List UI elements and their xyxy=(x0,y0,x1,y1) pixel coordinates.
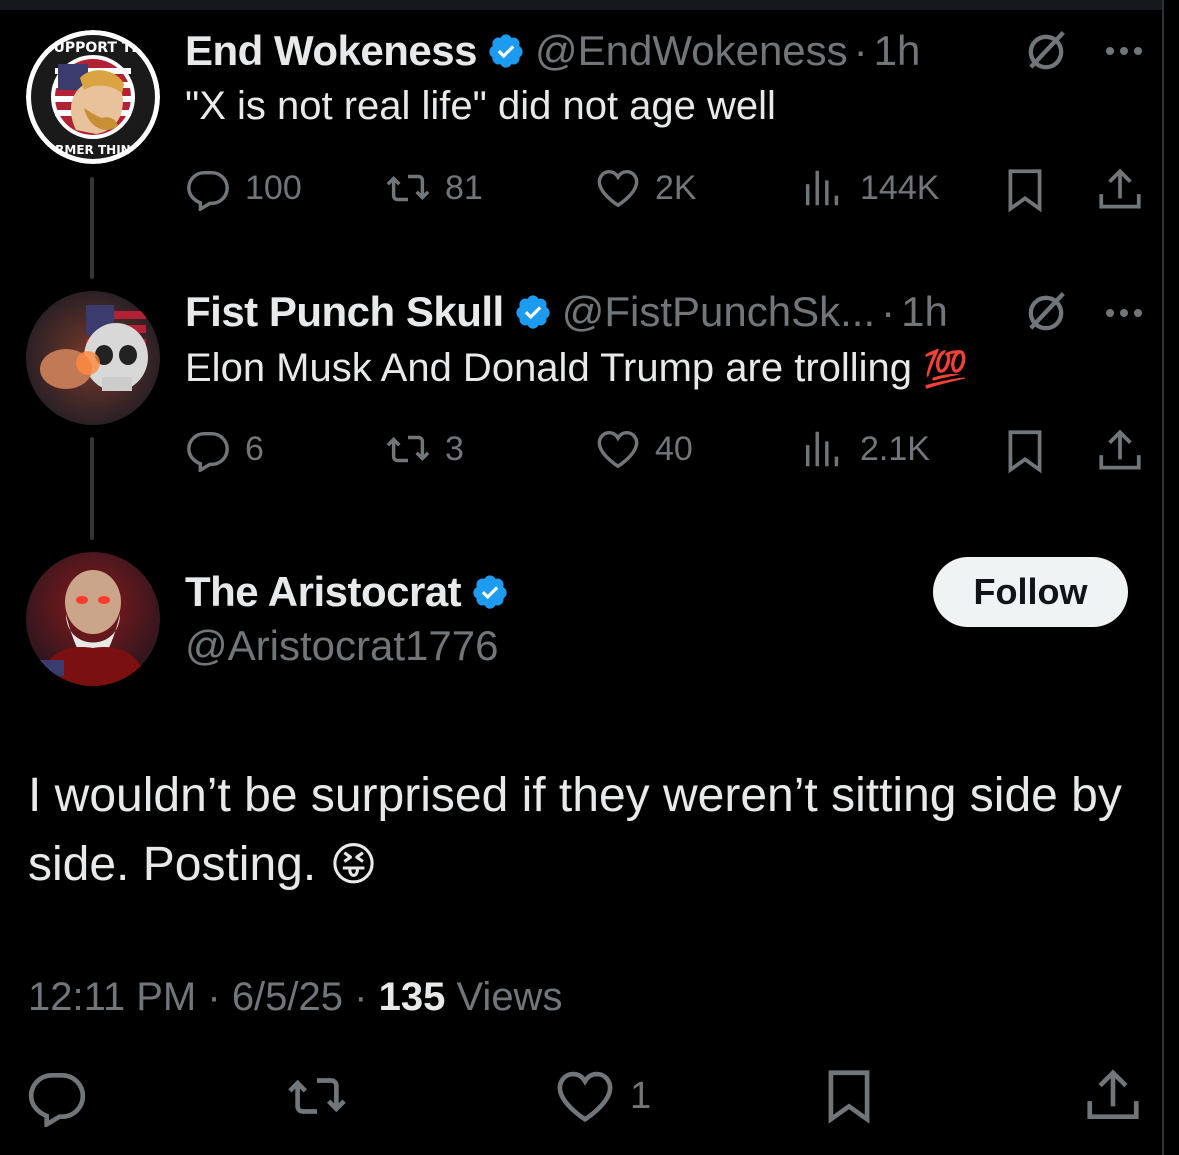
avatar-fist-punch-skull[interactable] xyxy=(26,291,160,425)
main-post-actions: 1 xyxy=(0,1065,1162,1145)
bookmark-icon[interactable] xyxy=(1000,426,1050,476)
repost-button[interactable]: 81 xyxy=(385,165,483,211)
avatar-end-wokeness[interactable]: I SUPPORT THE FORMER THINGS xyxy=(26,30,160,164)
post-meta: 12:11 PM · 6/5/25 · 135 Views xyxy=(28,975,563,1019)
post-time[interactable]: 12:11 PM xyxy=(28,975,196,1019)
author-name-row: The Aristocrat xyxy=(185,567,519,617)
avatar-the-aristocrat[interactable] xyxy=(26,552,160,686)
hundred-points-emoji: 💯 xyxy=(923,348,968,389)
share-icon[interactable] xyxy=(1095,165,1145,215)
reply-icon xyxy=(187,170,229,211)
post-text-body: I wouldn’t be surprised if they weren’t … xyxy=(28,769,1122,891)
like-count: 2K xyxy=(655,168,697,207)
verified-badge-icon xyxy=(516,295,550,329)
post-header: End Wokeness @EndWokeness · 1h xyxy=(185,26,920,76)
like-icon xyxy=(597,430,639,469)
post-text: Elon Musk And Donald Trump are trolling … xyxy=(185,346,968,398)
more-icon[interactable] xyxy=(1106,309,1142,317)
like-button[interactable]: 1 xyxy=(554,1065,651,1127)
post-header: Fist Punch Skull @FistPunchSk... · 1h xyxy=(185,287,948,337)
post-actions: 100 81 2K 144K xyxy=(185,165,1145,215)
reply-button[interactable]: 100 xyxy=(185,165,302,211)
follow-button[interactable]: Follow xyxy=(933,557,1128,627)
post-time[interactable]: 1h xyxy=(874,27,921,75)
views-count: 2.1K xyxy=(860,429,930,468)
repost-button[interactable] xyxy=(286,1065,348,1127)
grok-icon[interactable] xyxy=(1020,287,1072,339)
display-name[interactable]: End Wokeness xyxy=(185,27,477,75)
grok-icon[interactable] xyxy=(1020,26,1072,78)
reply-button[interactable]: 6 xyxy=(185,426,264,472)
separator: · xyxy=(853,27,868,74)
svg-text:FORMER THINGS: FORMER THINGS xyxy=(37,143,149,157)
like-count: 40 xyxy=(655,429,693,468)
like-icon xyxy=(597,169,639,208)
user-handle[interactable]: @Aristocrat1776 xyxy=(185,622,498,672)
repost-button[interactable]: 3 xyxy=(385,426,464,472)
views-icon xyxy=(805,170,839,206)
like-count: 1 xyxy=(630,1074,652,1117)
separator: · xyxy=(881,288,896,335)
views-label: Views xyxy=(456,975,563,1019)
bookmark-icon xyxy=(828,1070,870,1124)
share-icon xyxy=(1087,1069,1139,1119)
thread-connector xyxy=(90,177,94,279)
user-handle[interactable]: @EndWokeness xyxy=(535,27,848,75)
views-button[interactable]: 2.1K xyxy=(800,426,930,472)
like-button[interactable]: 40 xyxy=(595,426,693,472)
bookmark-button[interactable] xyxy=(818,1065,880,1127)
squinting-tongue-emoji: 😝 xyxy=(329,838,378,890)
thread-connector xyxy=(90,437,94,540)
svg-text:I SUPPORT THE: I SUPPORT THE xyxy=(33,40,152,56)
verified-badge-icon xyxy=(489,34,523,68)
more-icon[interactable] xyxy=(1106,47,1142,55)
bookmark-icon[interactable] xyxy=(1000,165,1050,215)
share-icon[interactable] xyxy=(1095,426,1145,476)
reply-icon xyxy=(187,431,229,472)
views-count: 135 xyxy=(378,975,446,1019)
post-text: I wouldn’t be surprised if they weren’t … xyxy=(28,762,1158,899)
repost-count: 3 xyxy=(445,429,464,468)
repost-icon xyxy=(288,1078,346,1114)
post-time[interactable]: 1h xyxy=(901,288,948,336)
verified-badge-icon xyxy=(473,575,507,609)
display-name[interactable]: Fist Punch Skull xyxy=(185,288,504,336)
like-icon xyxy=(557,1071,613,1122)
post-date[interactable]: 6/5/25 xyxy=(232,975,343,1019)
repost-icon xyxy=(386,435,430,463)
top-divider xyxy=(0,0,1162,10)
post-text: "X is not real life" did not age well xyxy=(185,84,776,128)
views-count: 144K xyxy=(860,168,940,207)
reply-button[interactable] xyxy=(26,1065,88,1127)
post-text-body: Elon Musk And Donald Trump are trolling xyxy=(185,346,913,390)
user-handle[interactable]: @FistPunchSk... xyxy=(562,288,875,336)
repost-count: 81 xyxy=(445,168,483,207)
display-name[interactable]: The Aristocrat xyxy=(185,568,462,616)
reply-count: 100 xyxy=(245,168,302,207)
like-button[interactable]: 2K xyxy=(595,165,697,211)
views-button[interactable]: 144K xyxy=(800,165,939,211)
share-button[interactable] xyxy=(1082,1065,1144,1127)
reply-icon xyxy=(28,1073,86,1127)
scrollbar[interactable] xyxy=(1162,0,1179,1155)
repost-icon xyxy=(386,174,430,202)
post-actions: 6 3 40 2.1K xyxy=(185,426,1145,476)
reply-count: 6 xyxy=(245,429,264,468)
views-icon xyxy=(805,431,839,467)
